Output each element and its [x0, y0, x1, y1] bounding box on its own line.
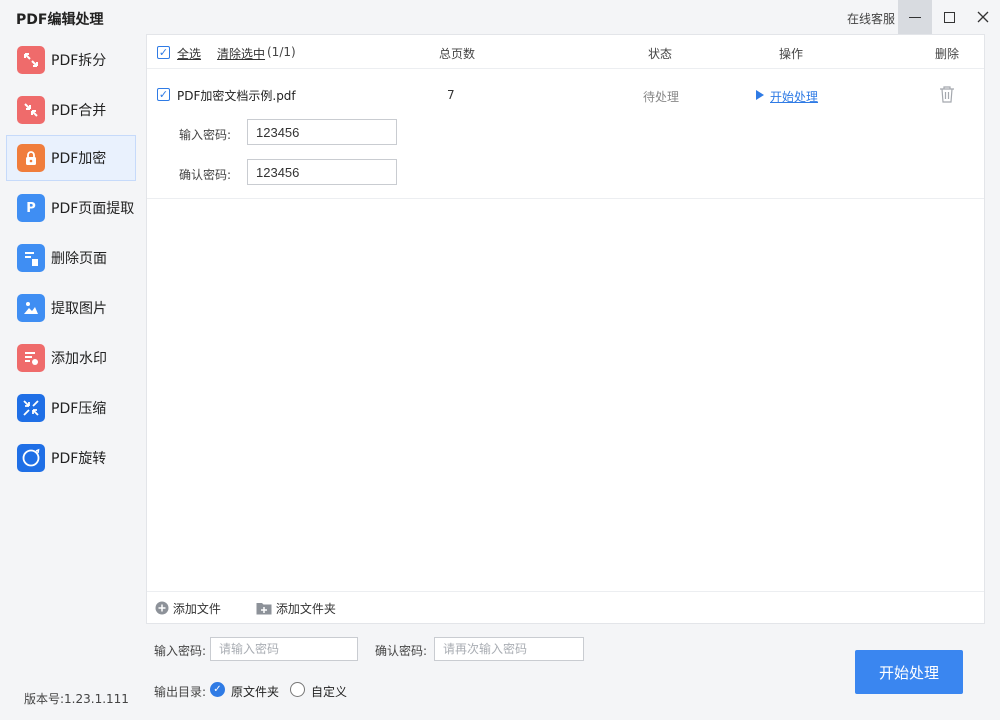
- output-dir-label: 输出目录:: [154, 685, 207, 699]
- select-all-checkbox[interactable]: ✓: [157, 46, 170, 59]
- close-icon: [977, 11, 989, 23]
- rotate-icon: [17, 444, 45, 472]
- compress-icon: [17, 394, 45, 422]
- maximize-button[interactable]: [932, 0, 966, 34]
- confirm-password-label: 确认密码:: [375, 644, 428, 658]
- add-folder-label: 添加文件夹: [275, 602, 336, 616]
- selection-count: (1/1): [267, 45, 296, 59]
- sidebar-item-label: PDF加密: [51, 151, 107, 167]
- row-confirm-input[interactable]: [247, 159, 397, 185]
- sidebar-item-label: 删除页面: [51, 251, 107, 267]
- page-extract-icon: P: [17, 194, 45, 222]
- minimize-button[interactable]: [898, 0, 932, 34]
- radio-original-folder[interactable]: ✓: [210, 682, 225, 697]
- app-title: PDF编辑处理: [16, 12, 104, 28]
- table-header: ✓ 全选 清除选中 (1/1) 总页数 状态 操作 删除: [147, 35, 984, 69]
- row-checkbox[interactable]: ✓: [157, 88, 170, 101]
- sidebar-item-delete-page[interactable]: 删除页面: [6, 235, 136, 281]
- plus-circle-icon: [155, 601, 169, 615]
- version-label: 版本号:1.23.1.111: [24, 692, 129, 706]
- row-confirm-label: 确认密码:: [179, 168, 232, 182]
- sidebar-item-page-extract[interactable]: P PDF页面提取: [6, 185, 136, 231]
- title-bar: PDF编辑处理 在线客服: [0, 0, 1000, 34]
- play-icon: [756, 90, 764, 100]
- column-delete: 删除: [935, 47, 960, 61]
- sidebar-item-label: PDF页面提取: [51, 201, 135, 217]
- file-name: PDF加密文档示例.pdf: [177, 89, 296, 103]
- row-start-link[interactable]: 开始处理: [770, 88, 818, 105]
- add-file-label: 添加文件: [172, 602, 221, 616]
- add-file-button[interactable]: 添加文件: [155, 600, 221, 617]
- page-count: 7: [447, 88, 455, 102]
- sidebar-item-label: 提取图片: [51, 301, 107, 317]
- row-status: 待处理: [643, 90, 680, 104]
- sidebar-item-watermark[interactable]: 添加水印: [6, 335, 136, 381]
- sidebar-item-rotate[interactable]: PDF旋转: [6, 435, 136, 481]
- sidebar-item-label: PDF旋转: [51, 451, 107, 467]
- add-folder-button[interactable]: 添加文件夹: [256, 600, 336, 617]
- row-password-input[interactable]: [247, 119, 397, 145]
- merge-icon: [17, 96, 45, 124]
- sidebar-item-label: 添加水印: [51, 351, 107, 367]
- radio-original-label: 原文件夹: [231, 685, 280, 699]
- row-password-label: 输入密码:: [179, 128, 232, 142]
- clear-selection-link[interactable]: 清除选中: [217, 45, 265, 62]
- folder-plus-icon: [256, 603, 272, 615]
- radio-custom-label: 自定义: [311, 685, 348, 699]
- sidebar-item-split[interactable]: PDF拆分: [6, 37, 136, 83]
- sidebar-item-extract-image[interactable]: 提取图片: [6, 285, 136, 331]
- sidebar-item-merge[interactable]: PDF合并: [6, 87, 136, 133]
- confirm-password-input[interactable]: [434, 637, 584, 661]
- select-all-link[interactable]: 全选: [177, 45, 201, 62]
- lock-icon: [17, 144, 45, 172]
- image-extract-icon: [17, 294, 45, 322]
- minimize-icon: [909, 16, 921, 18]
- column-status: 状态: [648, 47, 673, 61]
- trash-icon: [940, 86, 954, 103]
- sidebar-item-label: PDF拆分: [51, 53, 107, 69]
- delete-row-button[interactable]: [939, 85, 955, 107]
- watermark-icon: [17, 344, 45, 372]
- start-process-button[interactable]: 开始处理: [855, 650, 963, 694]
- table-row: ✓ PDF加密文档示例.pdf 7 待处理 开始处理 输入密码: 确认密码:: [147, 69, 984, 199]
- online-service-link[interactable]: 在线客服: [847, 10, 895, 27]
- maximize-icon: [943, 11, 955, 23]
- delete-page-icon: [17, 244, 45, 272]
- file-list-panel: ✓ 全选 清除选中 (1/1) 总页数 状态 操作 删除 ✓ PDF加密文档示例…: [146, 34, 985, 624]
- sidebar-item-label: PDF合并: [51, 103, 107, 119]
- panel-footer: 添加文件 添加文件夹: [147, 591, 984, 623]
- password-input[interactable]: [210, 637, 358, 661]
- sidebar-item-label: PDF压缩: [51, 401, 107, 417]
- sidebar-item-compress[interactable]: PDF压缩: [6, 385, 136, 431]
- password-label: 输入密码:: [154, 644, 207, 658]
- column-pages: 总页数: [439, 47, 476, 61]
- split-icon: [17, 46, 45, 74]
- sidebar-item-encrypt[interactable]: PDF加密: [6, 135, 136, 181]
- column-action: 操作: [779, 47, 804, 61]
- radio-custom-folder[interactable]: [290, 682, 305, 697]
- sidebar: PDF拆分 PDF合并 PDF加密 P PDF页面提取 删除页面 提取图片 添加…: [0, 34, 142, 720]
- close-button[interactable]: [966, 0, 1000, 34]
